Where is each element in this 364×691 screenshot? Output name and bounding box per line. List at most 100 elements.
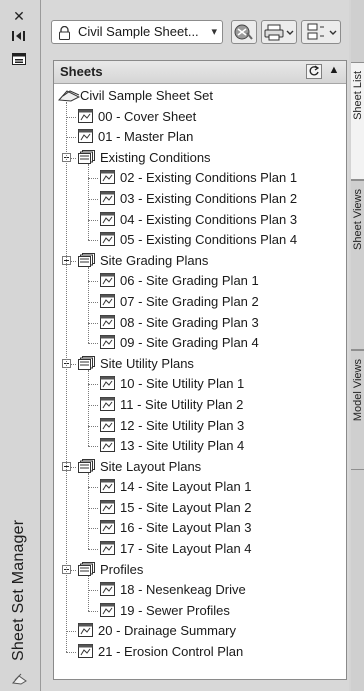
sheet-icon bbox=[100, 602, 115, 622]
tree-connector bbox=[88, 178, 98, 180]
tree-sheet-item[interactable]: 02 - Existing Conditions Plan 1 bbox=[54, 168, 346, 189]
printer-icon bbox=[264, 24, 294, 41]
sheet-list-icon bbox=[307, 23, 337, 40]
tree-group-item[interactable]: Existing Conditions bbox=[54, 148, 346, 169]
palette-tabs: Sheet List Sheet Views Model Views bbox=[351, 0, 364, 691]
sheet-icon bbox=[100, 293, 115, 313]
sheet-set-select-value: Civil Sample Sheet... bbox=[78, 24, 199, 39]
tree-sheet-item[interactable]: 15 - Site Layout Plan 2 bbox=[54, 498, 346, 519]
sheet-icon bbox=[78, 108, 93, 128]
tree-sheet-item[interactable]: 05 - Existing Conditions Plan 4 bbox=[54, 230, 346, 251]
tree-connector bbox=[88, 266, 89, 344]
palette-title: Sheet Set Manager bbox=[10, 519, 27, 661]
tree-connector bbox=[88, 240, 98, 242]
tab-model-views-label: Model Views bbox=[352, 359, 364, 422]
tree-sheet-item[interactable]: 04 - Existing Conditions Plan 3 bbox=[54, 210, 346, 231]
sheet-icon bbox=[100, 479, 115, 498]
publish-button[interactable] bbox=[231, 20, 257, 44]
tree-sheet-item[interactable]: 12 - Site Utility Plan 3 bbox=[54, 416, 346, 437]
tree-sheet-item[interactable]: 14 - Site Layout Plan 1 bbox=[54, 477, 346, 498]
tree-connector bbox=[88, 575, 89, 611]
tree-item-label: 05 - Existing Conditions Plan 4 bbox=[120, 232, 298, 248]
sheet-icon bbox=[100, 335, 115, 354]
tree-sheet-item[interactable]: 16 - Site Layout Plan 3 bbox=[54, 518, 346, 539]
tab-model-views[interactable]: Model Views bbox=[351, 350, 364, 470]
tree-item-label: Profiles bbox=[100, 561, 144, 577]
sheets-panel-header: Sheets ▲ bbox=[54, 61, 346, 84]
refresh-icon[interactable] bbox=[306, 64, 322, 79]
tree-connector bbox=[88, 301, 98, 303]
tree-sheet-item[interactable]: 19 - Sewer Profiles bbox=[54, 601, 346, 622]
tree-sheet-item[interactable]: 03 - Existing Conditions Plan 2 bbox=[54, 189, 346, 210]
sheet-tree[interactable]: Civil Sample Sheet Set 00 - Cover Sheet 01… bbox=[54, 84, 346, 663]
tree-item-label: 14 - Site Layout Plan 1 bbox=[120, 479, 252, 495]
sheet-icon bbox=[100, 211, 115, 231]
tree-item-label: 13 - Site Utility Plan 4 bbox=[120, 438, 245, 454]
tree-item-label: 10 - Site Utility Plan 1 bbox=[120, 376, 245, 392]
close-icon[interactable]: ✕ bbox=[10, 8, 28, 24]
palette-titlebar[interactable]: ✕ Sheet Set Manager bbox=[0, 0, 41, 691]
tree-connector bbox=[66, 652, 76, 654]
tree-group-item[interactable]: Site Utility Plans bbox=[54, 354, 346, 375]
sheet-list-table-button[interactable] bbox=[301, 20, 341, 44]
tree-item-label: Site Grading Plans bbox=[100, 252, 209, 268]
tree-sheet-item[interactable]: 17 - Site Layout Plan 4 bbox=[54, 539, 346, 560]
sheet-set-icon bbox=[57, 88, 81, 107]
tree-sheet-item[interactable]: 07 - Site Grading Plan 2 bbox=[54, 292, 346, 313]
tree-sheet-item[interactable]: 21 - Erosion Control Plan bbox=[54, 642, 346, 663]
lock-icon bbox=[58, 25, 71, 40]
sheet-icon bbox=[100, 376, 115, 395]
resize-grip-icon[interactable] bbox=[12, 671, 28, 685]
tree-item-label: 17 - Site Layout Plan 4 bbox=[120, 541, 252, 557]
properties-icon[interactable] bbox=[10, 52, 28, 68]
tree-sheet-item[interactable]: 00 - Cover Sheet bbox=[54, 107, 346, 128]
tree-item-label: 04 - Existing Conditions Plan 3 bbox=[120, 211, 298, 227]
tree-sheet-item[interactable]: 13 - Site Utility Plan 4 bbox=[54, 436, 346, 457]
tree-sheet-item[interactable]: 20 - Drainage Summary bbox=[54, 621, 346, 642]
tree-connector bbox=[88, 425, 98, 427]
tree-item-label: Site Utility Plans bbox=[100, 355, 194, 371]
tree-connector bbox=[66, 102, 67, 653]
tree-root-item[interactable]: Civil Sample Sheet Set bbox=[54, 86, 346, 107]
sheet-set-palette: Civil Sample Sheet... ▾ Sheets ▲ Civil S… bbox=[41, 0, 349, 691]
tree-item-label: Site Layout Plans bbox=[100, 458, 202, 474]
sheet-icon bbox=[100, 499, 115, 519]
tree-sheet-item[interactable]: 11 - Site Utility Plan 2 bbox=[54, 395, 346, 416]
tab-sheet-list[interactable]: Sheet List bbox=[351, 62, 364, 180]
subset-icon bbox=[78, 149, 96, 169]
tree-group-item[interactable]: Site Grading Plans bbox=[54, 251, 346, 272]
plot-button[interactable] bbox=[261, 20, 297, 44]
tab-sheet-views[interactable]: Sheet Views bbox=[351, 180, 364, 350]
tree-group-item[interactable]: Site Layout Plans bbox=[54, 457, 346, 478]
autohide-icon[interactable] bbox=[10, 30, 28, 46]
sheet-icon bbox=[100, 541, 115, 560]
tree-connector bbox=[88, 369, 89, 447]
tree-connector bbox=[88, 446, 98, 448]
tree-item-label: 20 - Drainage Summary bbox=[98, 623, 236, 639]
sheet-icon bbox=[100, 273, 115, 292]
tree-sheet-item[interactable]: 18 - Nesenkeag Drive bbox=[54, 580, 346, 601]
tree-sheet-item[interactable]: 08 - Site Grading Plan 3 bbox=[54, 313, 346, 334]
tree-item-label: 00 - Cover Sheet bbox=[98, 108, 197, 124]
tree-sheet-item[interactable]: 06 - Site Grading Plan 1 bbox=[54, 271, 346, 292]
sheet-icon bbox=[100, 582, 115, 601]
sheet-set-select[interactable]: Civil Sample Sheet... ▾ bbox=[51, 20, 223, 44]
tree-item-label: 18 - Nesenkeag Drive bbox=[120, 582, 246, 598]
chevron-down-icon[interactable]: ▾ bbox=[211, 21, 217, 43]
tree-item-label: 01 - Master Plan bbox=[98, 129, 194, 145]
tree-item-label: 03 - Existing Conditions Plan 2 bbox=[120, 190, 298, 206]
tree-item-label: Civil Sample Sheet Set bbox=[80, 88, 213, 103]
tab-sheet-list-label: Sheet List bbox=[352, 71, 364, 120]
tree-group-item[interactable]: Profiles bbox=[54, 560, 346, 581]
tree-connector bbox=[88, 472, 89, 550]
tree-connector bbox=[66, 631, 76, 633]
tree-sheet-item[interactable]: 01 - Master Plan bbox=[54, 127, 346, 148]
subset-icon bbox=[78, 561, 96, 581]
tree-sheet-item[interactable]: 10 - Site Utility Plan 1 bbox=[54, 374, 346, 395]
sheet-icon bbox=[100, 396, 115, 416]
tree-item-label: 15 - Site Layout Plan 2 bbox=[120, 499, 252, 515]
tree-connector bbox=[88, 507, 98, 509]
subset-icon bbox=[78, 355, 96, 375]
collapse-up-icon[interactable]: ▲ bbox=[326, 64, 342, 79]
tree-sheet-item[interactable]: 09 - Site Grading Plan 4 bbox=[54, 333, 346, 354]
